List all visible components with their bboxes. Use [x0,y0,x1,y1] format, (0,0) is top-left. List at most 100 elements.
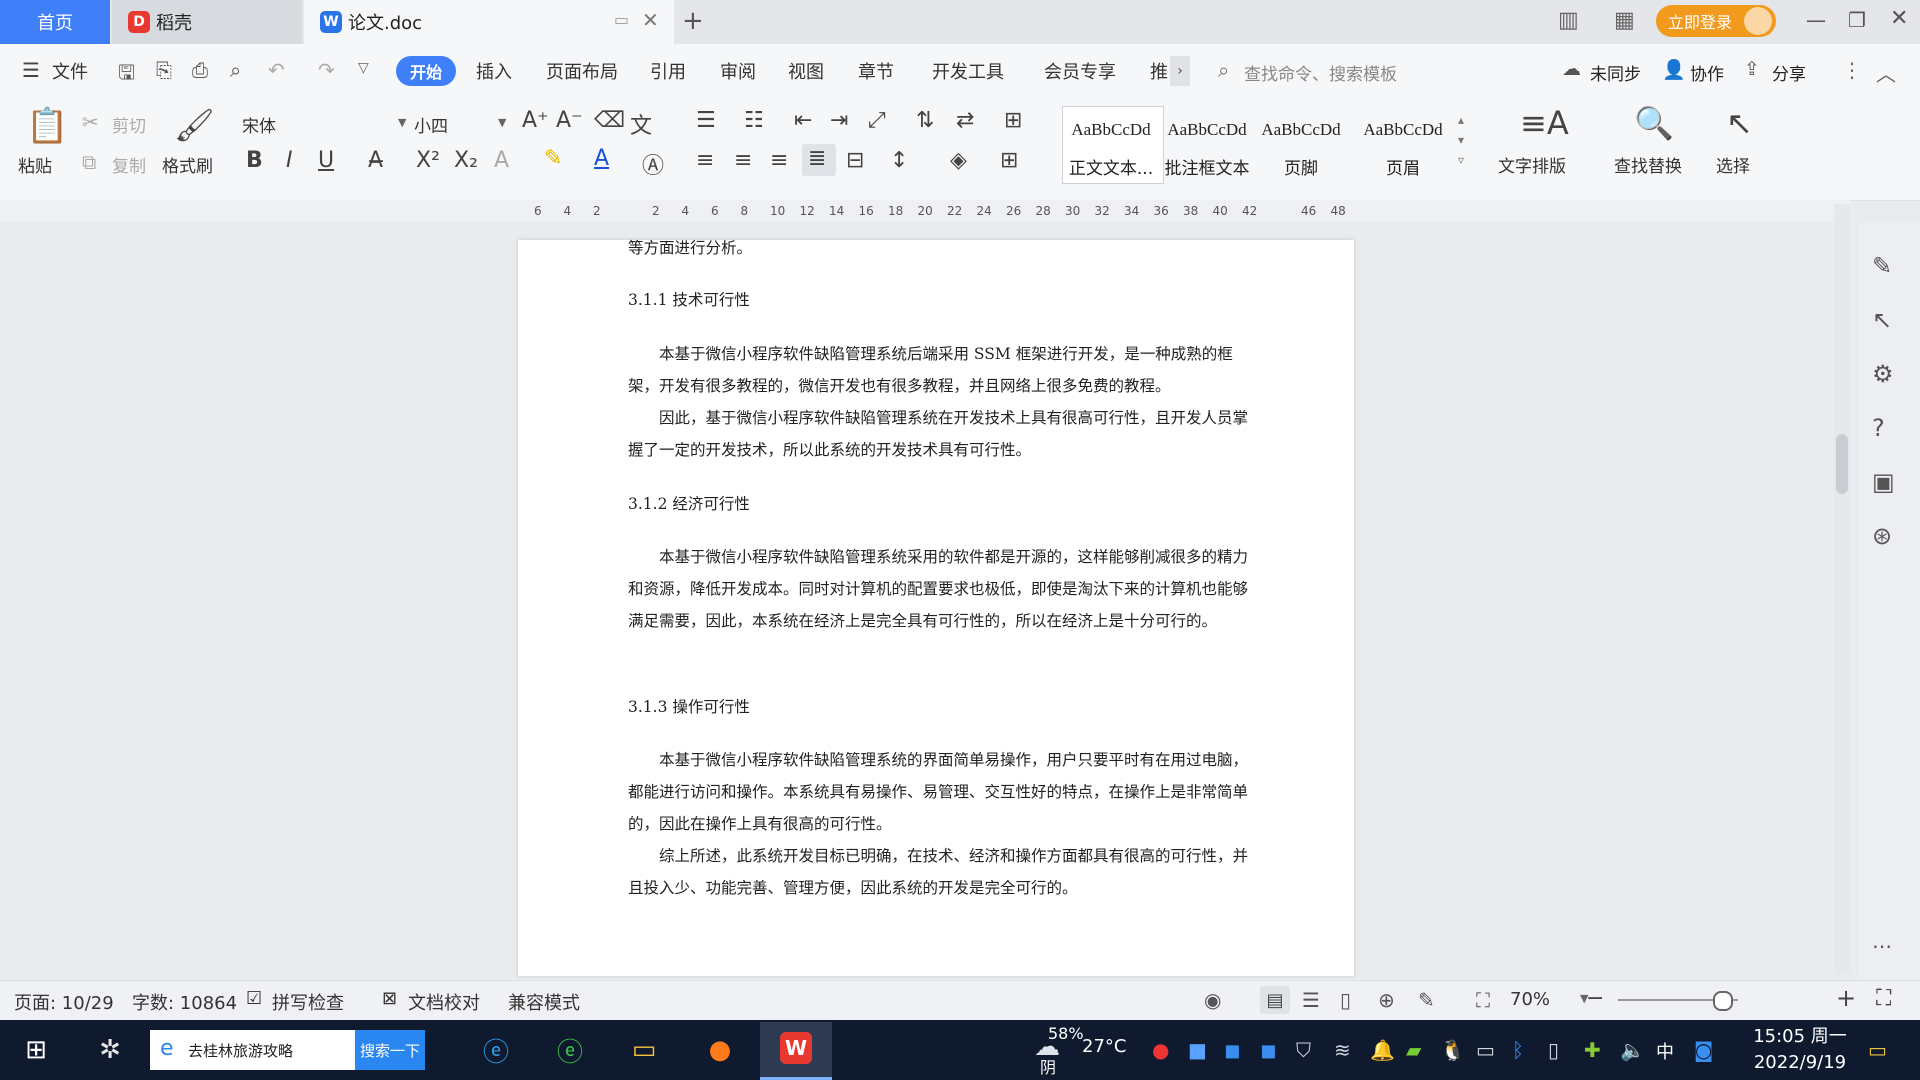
browser-green-icon[interactable]: ⓔ [548,1030,592,1070]
more-horizontal-icon[interactable]: ⋯ [1872,934,1892,958]
justify-button[interactable]: ≣ [802,144,836,176]
restore-icon[interactable]: ❐ [1848,8,1866,32]
compass-icon[interactable]: ⊛ [1872,522,1892,550]
settings-sliders-icon[interactable]: ⚙ [1872,360,1894,388]
layout-icon[interactable]: ▥ [1558,8,1579,33]
underline-icon[interactable]: U [318,148,334,173]
copy-button[interactable]: 复制 [112,152,146,177]
copy-icon[interactable]: ⧉ [82,150,96,174]
increase-indent-icon[interactable]: ⇥ [830,108,848,133]
find-replace-button[interactable]: 查找替换 [1614,152,1682,177]
menu-more-chevron-icon[interactable]: › [1170,56,1190,86]
sort-icon[interactable]: ⇅ [916,108,934,133]
align-center-icon[interactable]: ≡ [734,148,752,173]
pointer-icon[interactable]: ↖ [1872,306,1892,334]
browser-search-input[interactable]: 去桂林旅游攻略 [150,1030,355,1070]
game-app-icon[interactable]: ● [698,1030,742,1070]
windows-start-icon[interactable]: ⊞ [14,1030,58,1070]
char-border-icon[interactable]: Ⓐ [642,148,664,180]
write-view-icon[interactable]: ✎ [1418,988,1435,1012]
font-color-icon[interactable]: A [594,146,609,171]
scrollbar-thumb[interactable] [1836,434,1848,494]
menu-start[interactable]: 开始 [396,56,456,86]
font-name-chevron-icon[interactable]: ▼ [398,116,406,129]
line-spacing-icon[interactable]: ↕ [890,148,908,173]
show-marks-icon[interactable]: ⊞ [1004,108,1022,133]
menu-recommend[interactable]: 推 [1150,58,1168,84]
fullscreen-icon[interactable]: ⛶ [1876,986,1891,1011]
reading-view-icon[interactable]: ▯ [1340,988,1351,1012]
customize-chevron-icon[interactable]: ▽ [358,60,369,76]
word-count[interactable]: 字数: 10864 [132,989,237,1015]
close-tab-icon[interactable]: ✕ [642,8,659,32]
zoom-out-button[interactable]: − [1586,986,1604,1011]
style-scroll-icon[interactable]: ▴ ▾ ▿ [1458,110,1464,170]
print-icon[interactable]: ⎙ [192,58,208,82]
clear-format-icon[interactable]: ⌫ [594,108,625,133]
command-search-input[interactable]: 查找命令、搜索模板 [1244,60,1397,85]
superscript-icon[interactable]: X² [416,148,440,173]
subscript-icon[interactable]: X₂ [454,148,478,173]
decrease-indent-icon[interactable]: ⇤ [794,108,812,133]
tab-docer[interactable]: D 稻壳 [112,0,302,44]
help-icon[interactable]: ? [1872,414,1885,442]
wifi-icon[interactable]: ≋ [1334,1038,1351,1062]
font-name-select[interactable]: 宋体 [242,112,276,137]
collapse-ribbon-icon[interactable]: ︿ [1876,58,1896,87]
pen-icon[interactable]: ✎ [1872,252,1892,280]
chinese-layout-icon[interactable]: ⤢ [868,108,886,133]
hamburger-icon[interactable]: ☰ [22,58,40,82]
text-layout-icon[interactable]: ≡A [1520,104,1569,142]
font-size-chevron-icon[interactable]: ▼ [498,116,506,129]
text-layout-button[interactable]: 文字排版 [1498,152,1566,177]
qq-icon[interactable]: 🐧 [1440,1038,1465,1062]
grow-font-icon[interactable]: A⁺ [522,108,549,133]
preview-icon[interactable]: ⌕ [230,58,241,82]
spell-check-button[interactable]: 拼写检查 [272,989,344,1015]
tray-app-icon[interactable]: ■ [1188,1038,1207,1062]
web-view-icon[interactable]: ⊕ [1378,988,1395,1012]
tray-green-icon[interactable]: ✚ [1584,1038,1601,1062]
select-icon[interactable]: ↖ [1726,104,1753,142]
text-direction-icon[interactable]: ⇄ [956,108,974,133]
page-indicator[interactable]: 页面: 10/29 [14,989,114,1015]
style-body-text[interactable]: AaBbCcDd 正文文本... [1062,108,1160,182]
paste-icon[interactable]: 📋 [26,106,68,146]
borders-icon[interactable]: ⊞ [1000,148,1018,173]
menu-view[interactable]: 视图 [788,58,824,84]
volume-icon[interactable]: 🔈 [1620,1038,1645,1062]
internet-explorer-icon[interactable]: ⓔ [474,1030,518,1070]
menu-developer[interactable]: 开发工具 [932,58,1004,84]
notification-bell-icon[interactable]: 🔔 [1370,1038,1395,1062]
fit-page-icon[interactable]: ⛶ [1476,988,1490,1012]
antivirus-icon[interactable]: ● [1152,1038,1169,1062]
system-clock[interactable]: 15:05 周一 2022/9/19 [1740,1024,1860,1076]
numbered-list-icon[interactable]: ☷ [744,108,764,133]
bullet-list-icon[interactable]: ☰ [696,108,716,133]
align-left-icon[interactable]: ≡ [696,148,714,173]
save-icon[interactable]: 🖫 [118,58,135,92]
undo-icon[interactable]: ↶ [268,58,285,82]
nvidia-icon[interactable]: ▰ [1406,1038,1421,1062]
more-vertical-icon[interactable]: ⋮ [1842,58,1862,82]
shrink-font-icon[interactable]: A⁻ [556,108,583,133]
strikethrough-icon[interactable]: A̶ [368,148,383,173]
monitor-icon[interactable]: ▭ [614,10,629,29]
paste-button[interactable]: 粘贴 [18,152,52,177]
text-effect-icon[interactable]: A [494,148,509,173]
menu-review[interactable]: 审阅 [720,58,756,84]
tab-home[interactable]: 首页 [0,0,110,44]
image-tool-icon[interactable]: ▣ [1872,468,1895,496]
style-header[interactable]: AaBbCcDd 页眉 [1354,108,1452,182]
apps-grid-icon[interactable]: ▦ [1614,8,1635,33]
file-explorer-icon[interactable]: ▭ [622,1030,666,1070]
italic-icon[interactable]: I [286,148,293,173]
outline-view-icon[interactable]: ☰ [1302,988,1320,1012]
page-view-icon[interactable]: ▤ [1260,986,1290,1014]
usb-icon[interactable]: ▯ [1548,1038,1559,1062]
cut-button[interactable]: 剪切 [112,112,146,137]
style-footer[interactable]: AaBbCcDd 页脚 [1252,108,1350,182]
document-proof-button[interactable]: 文档校对 [408,989,480,1015]
format-painter-button[interactable]: 格式刷 [162,152,213,177]
zoom-in-button[interactable]: + [1836,984,1856,1012]
